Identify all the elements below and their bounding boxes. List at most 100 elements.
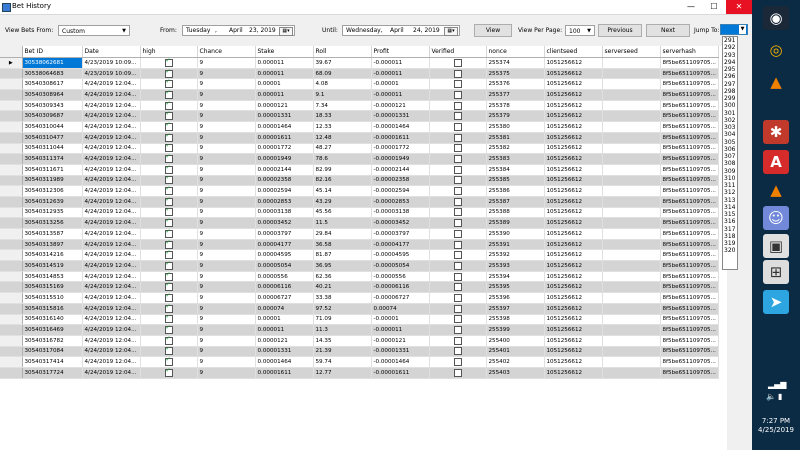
taskbar-clock[interactable]: 7:27 PM 4/25/2019 (752, 417, 800, 435)
stake-cell[interactable]: 0.00002594 (255, 185, 314, 197)
profit-cell[interactable]: -0.00001 (371, 78, 430, 91)
row-header[interactable] (0, 249, 23, 262)
clientseed-cell[interactable]: 1051256612 (544, 324, 603, 336)
checkbox[interactable] (164, 79, 173, 89)
jump-to-dropdown-list[interactable]: 291 292 293 294 295 296 297 298 299 300 301 302 303 3… (722, 36, 738, 270)
maximize-button[interactable]: ☐ (703, 0, 725, 14)
id-cell[interactable]: 30540311989 (22, 175, 83, 187)
serverhash-cell[interactable]: 8f5be651109705... (660, 185, 719, 197)
discord-icon[interactable]: ☺ (763, 206, 789, 230)
id-cell[interactable]: 30540312935 (22, 207, 83, 219)
roll-cell[interactable]: 11.5 (313, 217, 372, 229)
checkbox[interactable] (453, 315, 462, 324)
verified-checkbox-cell[interactable] (429, 260, 487, 272)
checkbox[interactable] (453, 208, 462, 217)
id-cell[interactable]: 30540308964 (22, 89, 83, 101)
high-checkbox-cell[interactable] (140, 68, 198, 80)
nonce-cell[interactable]: 255388 (486, 207, 545, 219)
high-checkbox-cell[interactable] (140, 143, 198, 155)
roll-cell[interactable]: 39.67 (313, 57, 372, 69)
nonce-cell[interactable]: 255403 (486, 367, 545, 379)
checkbox[interactable] (164, 154, 173, 164)
jump-to-combo[interactable]: ▼ (720, 24, 748, 35)
table-row[interactable]: 305403138974/24/2019 12:04... 90.00004177… (0, 239, 719, 251)
table-row[interactable]: 305403113744/24/2019 12:04... 90.00001949… (0, 153, 719, 165)
row-header[interactable] (0, 281, 23, 294)
high-checkbox-cell[interactable] (140, 281, 198, 294)
date-cell[interactable]: 4/24/2019 12:04... (82, 153, 141, 165)
profit-cell[interactable]: -0.00005054 (371, 260, 430, 272)
roll-cell[interactable]: 68.09 (313, 68, 372, 80)
checkbox[interactable] (164, 100, 173, 110)
serverhash-cell[interactable]: 8f5be651109705... (660, 303, 719, 315)
stake-cell[interactable]: 0.000011 (255, 68, 314, 80)
id-cell[interactable]: 30540310044 (22, 121, 83, 133)
serverhash-cell[interactable]: 8f5be651109705... (660, 217, 719, 229)
roll-cell[interactable]: 7.34 (313, 100, 372, 112)
clientseed-cell[interactable]: 1051256612 (544, 121, 603, 133)
nonce-cell[interactable]: 255399 (486, 324, 545, 336)
date-cell[interactable]: 4/24/2019 12:04... (82, 143, 141, 155)
profit-cell[interactable]: -0.0000556 (371, 271, 430, 283)
serverhash-cell[interactable]: 8f5be651109705... (660, 324, 719, 336)
serverhash-cell[interactable]: 8f5be651109705... (660, 68, 719, 80)
checkbox[interactable] (164, 175, 173, 185)
checkbox[interactable] (453, 176, 462, 185)
chance-cell[interactable]: 9 (197, 164, 256, 176)
roll-cell[interactable]: 4.08 (313, 78, 372, 91)
column-header[interactable]: serverseed (602, 46, 661, 58)
roll-cell[interactable]: 62.36 (313, 271, 372, 283)
roll-cell[interactable]: 11.3 (313, 324, 372, 336)
chrome-icon[interactable]: ◎ (763, 38, 789, 62)
clientseed-cell[interactable]: 1051256612 (544, 367, 603, 379)
chance-cell[interactable]: 9 (197, 314, 256, 326)
nonce-cell[interactable]: 255393 (486, 260, 545, 272)
steam-icon[interactable]: ◉ (763, 6, 789, 30)
date-cell[interactable]: 4/24/2019 12:04... (82, 185, 141, 197)
clientseed-cell[interactable]: 1051256612 (544, 281, 603, 294)
profit-cell[interactable]: -0.00001331 (371, 110, 430, 123)
id-cell[interactable]: 30540309687 (22, 110, 83, 123)
nonce-cell[interactable]: 255377 (486, 89, 545, 101)
checkbox[interactable] (453, 336, 462, 345)
serverseed-cell[interactable] (602, 228, 661, 240)
table-row[interactable]: 305403096874/24/2019 12:04... 90.00001331… (0, 110, 719, 123)
high-checkbox-cell[interactable] (140, 57, 198, 69)
serverseed-cell[interactable] (602, 78, 661, 91)
checkbox[interactable] (453, 133, 462, 142)
table-row[interactable]: 305403177244/24/2019 12:04... 90.00001611… (0, 367, 719, 379)
roll-cell[interactable]: 14.35 (313, 335, 372, 347)
id-cell[interactable]: 30540314216 (22, 249, 83, 262)
verified-checkbox-cell[interactable] (429, 367, 487, 379)
row-header[interactable] (0, 143, 23, 155)
nonce-cell[interactable]: 255395 (486, 281, 545, 294)
acrobat-icon[interactable]: A (763, 150, 789, 174)
checkbox[interactable] (164, 218, 173, 228)
table-row[interactable]: 305403100444/24/2019 12:04... 90.00001464… (0, 121, 719, 133)
date-cell[interactable]: 4/24/2019 12:04... (82, 196, 141, 208)
table-row[interactable]: 305403093434/24/2019 12:04... 90.00001217… (0, 100, 719, 112)
serverhash-cell[interactable]: 8f5be651109705... (660, 196, 719, 208)
roll-cell[interactable]: 78.6 (313, 153, 372, 165)
checkbox[interactable] (164, 111, 173, 121)
table-row[interactable]: 305403119894/24/2019 12:04... 90.00002358… (0, 175, 719, 187)
checkbox[interactable] (453, 90, 462, 99)
high-checkbox-cell[interactable] (140, 153, 198, 165)
jump-option[interactable]: 301 (723, 110, 737, 117)
chance-cell[interactable]: 9 (197, 303, 256, 315)
chance-cell[interactable]: 9 (197, 68, 256, 80)
checkbox[interactable] (164, 303, 173, 313)
profit-cell[interactable]: 0.00074 (371, 303, 430, 315)
row-header[interactable] (0, 132, 23, 144)
profit-cell[interactable]: -0.00006727 (371, 292, 430, 304)
jump-option[interactable]: 313 (723, 197, 737, 204)
serverhash-cell[interactable]: 8f5be651109705... (660, 249, 719, 262)
serverhash-cell[interactable]: 8f5be651109705... (660, 132, 719, 144)
stake-cell[interactable]: 0.00001464 (255, 356, 314, 368)
date-cell[interactable]: 4/24/2019 12:04... (82, 292, 141, 304)
checkbox[interactable] (164, 132, 173, 142)
serverseed-cell[interactable] (602, 153, 661, 165)
serverseed-cell[interactable] (602, 314, 661, 326)
checkbox[interactable] (453, 240, 462, 249)
profit-cell[interactable]: -0.00003797 (371, 228, 430, 240)
